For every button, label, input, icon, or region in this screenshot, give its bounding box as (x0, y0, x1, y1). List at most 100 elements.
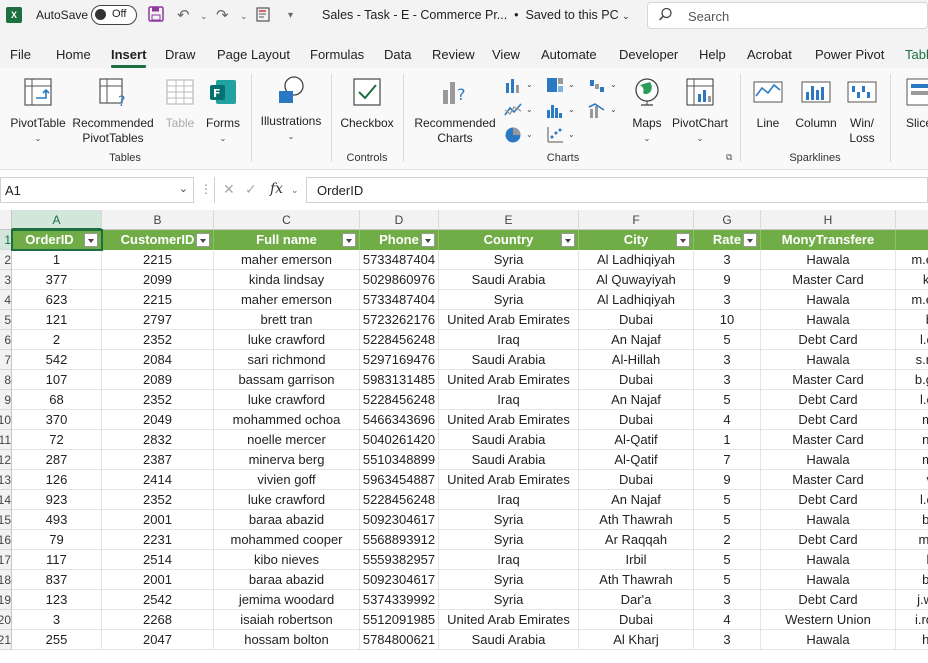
table-cell[interactable]: minerva berg (214, 450, 360, 470)
table-cell[interactable]: 2215 (102, 290, 214, 310)
autosave-toggle[interactable]: Off (91, 5, 137, 25)
table-cell[interactable]: Dubai (579, 410, 694, 430)
row-header[interactable]: 20 (0, 610, 12, 630)
checkbox-button[interactable]: Checkbox (338, 76, 396, 131)
table-cell[interactable]: m (896, 410, 928, 430)
table-cell[interactable]: maher emerson (214, 290, 360, 310)
table-cell[interactable]: k (896, 550, 928, 570)
recommended-charts-button[interactable]: ? Recommended Charts (410, 76, 500, 146)
table-cell[interactable]: kibo nieves (214, 550, 360, 570)
table-header-cell[interactable]: City (579, 230, 694, 250)
row-header[interactable]: 6 (0, 330, 12, 350)
row-header[interactable]: 21 (0, 630, 12, 650)
table-cell[interactable]: 5559382957 (360, 550, 439, 570)
table-cell[interactable]: 2352 (102, 490, 214, 510)
table-cell[interactable]: 3 (694, 290, 761, 310)
column-header-a[interactable]: A (12, 210, 102, 230)
table-cell[interactable]: 5040261420 (360, 430, 439, 450)
pivottable-button[interactable]: PivotTable ⌄ (8, 76, 68, 146)
table-cell[interactable]: Debt Card (761, 590, 896, 610)
table-cell[interactable]: Dubai (579, 370, 694, 390)
table-cell[interactable]: 5 (694, 330, 761, 350)
table-cell[interactable]: 5029860976 (360, 270, 439, 290)
table-cell[interactable]: s.ri (896, 350, 928, 370)
table-cell[interactable]: b.g (896, 370, 928, 390)
table-cell[interactable]: 9 (694, 470, 761, 490)
table-cell[interactable]: Iraq (439, 330, 579, 350)
maps-button[interactable]: Maps ⌄ (630, 76, 664, 146)
table-cell[interactable]: 5983131485 (360, 370, 439, 390)
table-cell[interactable]: 5228456248 (360, 390, 439, 410)
table-cell[interactable]: maher emerson (214, 250, 360, 270)
table-cell[interactable]: Hawala (761, 510, 896, 530)
filter-dropdown-icon[interactable] (421, 233, 435, 247)
undo-icon[interactable]: ↶ (177, 6, 190, 24)
tab-home[interactable]: Home (56, 47, 91, 62)
table-cell[interactable]: 79 (12, 530, 102, 550)
table-cell[interactable]: 5733487404 (360, 290, 439, 310)
chevron-down-icon[interactable]: ⌄ (526, 105, 533, 114)
table-cell[interactable]: 255 (12, 630, 102, 650)
row-header[interactable]: 14 (0, 490, 12, 510)
table-cell[interactable]: 68 (12, 390, 102, 410)
table-cell[interactable]: v (896, 470, 928, 490)
chevron-down-icon[interactable]: ⌄ (568, 105, 575, 114)
table-cell[interactable]: 287 (12, 450, 102, 470)
filter-dropdown-icon[interactable] (84, 233, 98, 247)
redo-dropdown-icon[interactable]: ⌄ (240, 11, 248, 22)
chevron-down-icon[interactable]: ⌄ (291, 185, 299, 196)
table-cell[interactable]: sari richmond (214, 350, 360, 370)
table-cell[interactable]: 2231 (102, 530, 214, 550)
table-cell[interactable]: 5733487404 (360, 250, 439, 270)
search-box[interactable]: Search (647, 2, 928, 29)
table-cell[interactable]: 2352 (102, 390, 214, 410)
pie-chart-icon[interactable] (504, 126, 522, 144)
table-cell[interactable]: 623 (12, 290, 102, 310)
scatter-chart-icon[interactable] (546, 126, 564, 144)
column-header-h[interactable]: H (761, 210, 896, 230)
table-cell[interactable]: 121 (12, 310, 102, 330)
column-header-i[interactable] (896, 210, 928, 230)
table-cell[interactable]: 7 (694, 450, 761, 470)
pivotchart-button[interactable]: PivotChart ⌄ (668, 76, 732, 146)
table-cell[interactable]: 5510348899 (360, 450, 439, 470)
table-cell[interactable]: luke crawford (214, 490, 360, 510)
table-cell[interactable]: Ar Raqqah (579, 530, 694, 550)
table-cell[interactable]: mohammed cooper (214, 530, 360, 550)
row-header[interactable]: 11 (0, 430, 12, 450)
table-cell[interactable]: baraa abazid (214, 510, 360, 530)
table-cell[interactable]: 5092304617 (360, 570, 439, 590)
hierarchy-chart-icon[interactable] (546, 76, 564, 94)
table-cell[interactable]: Al Ladhiqiyah (579, 250, 694, 270)
table-cell[interactable]: 542 (12, 350, 102, 370)
table-cell[interactable]: l.c (896, 490, 928, 510)
table-cell[interactable]: 5 (694, 570, 761, 590)
table-cell[interactable]: brett tran (214, 310, 360, 330)
table-cell[interactable]: 2414 (102, 470, 214, 490)
table-cell[interactable]: United Arab Emirates (439, 410, 579, 430)
table-cell[interactable]: j.w (896, 590, 928, 610)
table-cell[interactable]: United Arab Emirates (439, 470, 579, 490)
table-cell[interactable]: 377 (12, 270, 102, 290)
table-cell[interactable]: Debt Card (761, 530, 896, 550)
customize-toolbar-icon[interactable]: ▾ (288, 10, 293, 21)
illustrations-button[interactable]: Illustrations ⌄ (257, 74, 325, 144)
table-cell[interactable]: m.e (896, 290, 928, 310)
row-header[interactable]: 1 (0, 230, 12, 250)
table-cell[interactable]: 5228456248 (360, 330, 439, 350)
table-cell[interactable]: 370 (12, 410, 102, 430)
table-cell[interactable]: Dubai (579, 310, 694, 330)
row-header[interactable]: 7 (0, 350, 12, 370)
table-cell[interactable]: Saudi Arabia (439, 350, 579, 370)
table-cell[interactable]: Master Card (761, 370, 896, 390)
table-cell[interactable]: 117 (12, 550, 102, 570)
table-cell[interactable]: 3 (694, 370, 761, 390)
table-cell[interactable]: Irbil (579, 550, 694, 570)
tab-data[interactable]: Data (384, 47, 411, 62)
table-cell[interactable]: i.ro (896, 610, 928, 630)
table-cell[interactable]: Master Card (761, 430, 896, 450)
table-cell[interactable]: Debt Card (761, 330, 896, 350)
table-cell[interactable]: 4 (694, 410, 761, 430)
table-cell[interactable]: noelle mercer (214, 430, 360, 450)
tab-file[interactable]: File (10, 47, 31, 62)
